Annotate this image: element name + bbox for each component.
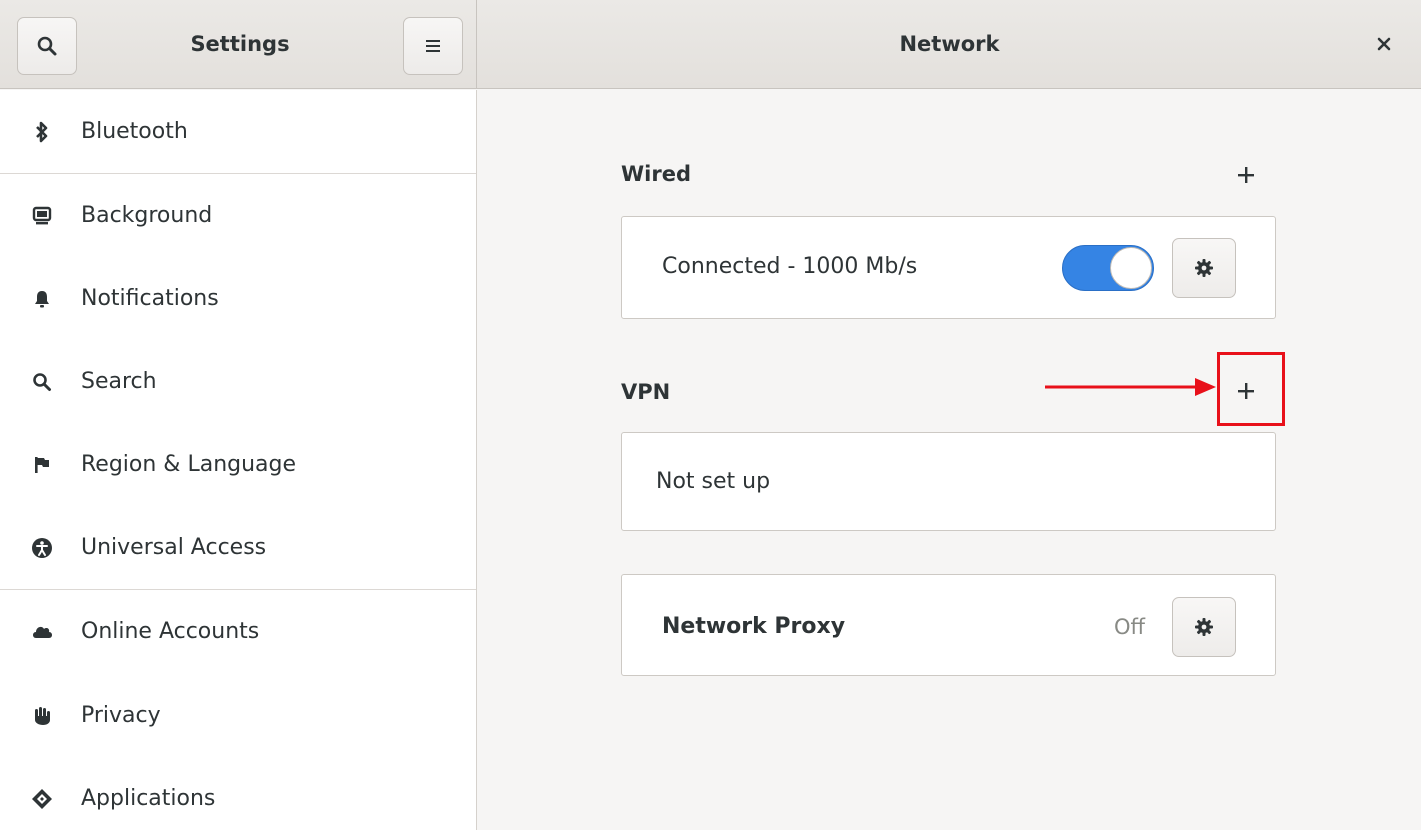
sidebar-item-label: Background [81,203,213,228]
sidebar-title: Settings [190,32,290,56]
annotation-highlight-box [1217,352,1285,426]
sidebar-item-region-language[interactable]: Region & Language [0,423,476,506]
gear-icon [1195,618,1213,636]
network-proxy-card[interactable]: Network Proxy Off [621,574,1276,676]
sidebar-header: Settings [0,0,477,89]
sidebar-item-applications[interactable]: Applications [0,757,476,830]
search-icon [30,370,54,394]
toggle-knob [1110,247,1152,289]
hamburger-icon [426,40,440,52]
wired-connection-card: Connected - 1000 Mb/s [621,216,1276,319]
sidebar-item-label: Privacy [81,703,161,728]
monitor-icon [30,204,54,228]
sidebar-item-bluetooth[interactable]: Bluetooth [0,90,476,173]
wired-settings-button[interactable] [1172,238,1236,298]
add-wired-button[interactable] [1234,163,1258,187]
cloud-icon [30,620,54,644]
vpn-section-title: VPN [621,380,671,404]
sidebar-item-label: Notifications [81,286,219,311]
bell-icon [30,287,54,311]
proxy-state: Off [1114,615,1145,639]
sidebar-item-background[interactable]: Background [0,174,476,257]
sidebar-item-online-accounts[interactable]: Online Accounts [0,590,476,673]
flag-icon [30,453,54,477]
sidebar: Bluetooth Background Notifications Searc… [0,90,477,830]
sidebar-item-label: Universal Access [81,535,267,560]
sidebar-item-universal-access[interactable]: Universal Access [0,506,476,589]
panel-title: Network [899,32,1000,56]
close-button[interactable] [1373,33,1395,55]
wired-section-title: Wired [621,162,691,186]
applications-icon [30,787,54,811]
wired-toggle-switch[interactable] [1062,245,1154,291]
menu-button[interactable] [403,17,463,75]
search-icon [37,36,57,56]
close-icon [1377,37,1391,51]
accessibility-icon [30,536,54,560]
gear-icon [1195,259,1213,277]
vpn-card: Not set up [621,432,1276,531]
bluetooth-icon [30,120,54,144]
sidebar-item-label: Applications [81,786,216,811]
vpn-status: Not set up [656,469,771,494]
sidebar-item-label: Region & Language [81,452,297,477]
plus-icon [1238,167,1254,183]
sidebar-item-privacy[interactable]: Privacy [0,674,476,757]
sidebar-item-label: Bluetooth [81,119,188,144]
network-proxy-label: Network Proxy [662,614,846,639]
annotation-arrow [1045,378,1216,396]
sidebar-item-label: Search [81,369,157,394]
sidebar-item-notifications[interactable]: Notifications [0,257,476,340]
sidebar-item-label: Online Accounts [81,619,260,644]
wired-status: Connected - 1000 Mb/s [662,254,918,279]
network-panel: Wired Connected - 1000 Mb/s VPN Not set … [478,90,1421,830]
sidebar-item-search[interactable]: Search [0,340,476,423]
hand-icon [30,704,54,728]
search-button[interactable] [17,17,77,75]
proxy-settings-button[interactable] [1172,597,1236,657]
header-bar: Settings Network [0,0,1421,89]
